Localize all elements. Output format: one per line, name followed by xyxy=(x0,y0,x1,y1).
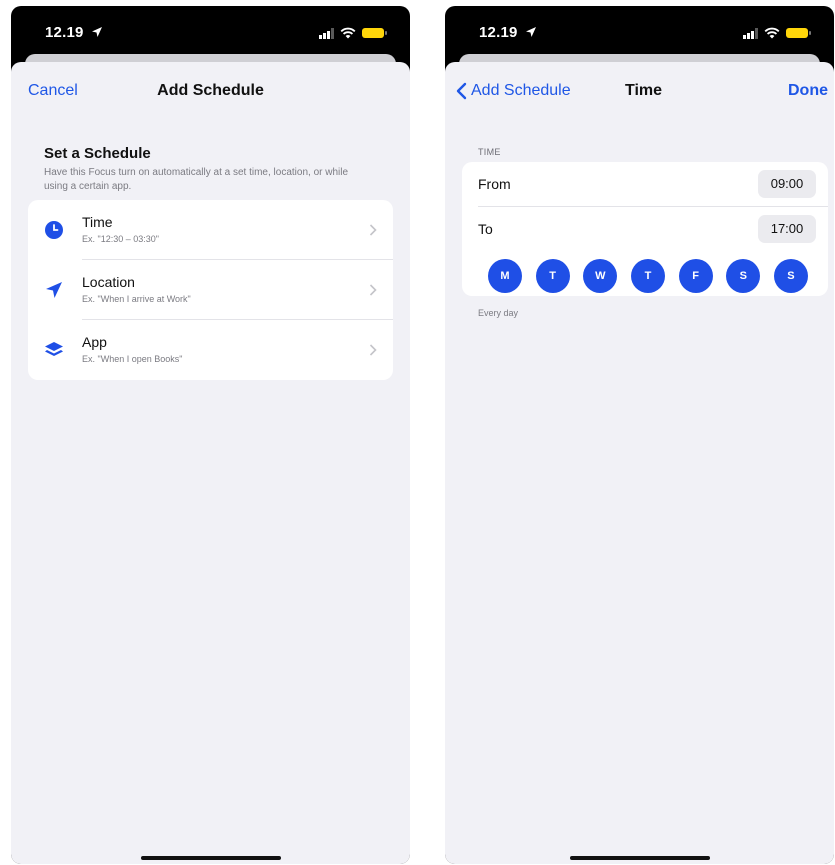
cellular-signal-icon xyxy=(743,27,758,39)
clock-icon xyxy=(45,221,63,239)
day-toggle-tuesday[interactable]: T xyxy=(535,259,570,293)
wifi-icon xyxy=(340,27,356,39)
day-toggle-saturday[interactable]: S xyxy=(726,259,761,293)
back-button[interactable]: Add Schedule xyxy=(455,82,571,100)
battery-icon xyxy=(786,28,811,38)
location-services-icon xyxy=(91,27,102,37)
location-services-icon xyxy=(525,27,536,37)
day-toggle-monday[interactable]: M xyxy=(488,259,522,293)
section-title: Set a Schedule xyxy=(44,145,151,162)
chevron-left-icon xyxy=(456,82,467,100)
day-toggle-wednesday[interactable]: W xyxy=(583,259,618,293)
option-title: Time xyxy=(82,214,113,230)
day-toggle-friday[interactable]: F xyxy=(678,259,713,293)
option-title: App xyxy=(82,334,107,350)
chevron-right-icon xyxy=(369,224,377,236)
nav-bar: Cancel Add Schedule xyxy=(11,62,410,124)
option-subtitle: Ex. "When I open Books" xyxy=(82,354,183,364)
option-time[interactable]: Time Ex. "12:30 – 03:30" xyxy=(28,200,393,260)
wifi-icon xyxy=(764,27,780,39)
time-settings-card: From 09:00 To 17:00 M T W T F S S xyxy=(462,162,828,296)
status-time-label: 12.19 xyxy=(45,24,84,41)
day-toggle-sunday[interactable]: S xyxy=(773,259,808,293)
chevron-right-icon xyxy=(369,284,377,296)
option-location[interactable]: Location Ex. "When I arrive at Work" xyxy=(28,260,393,320)
nav-bar: Add Schedule Time Done xyxy=(445,62,834,124)
phone-left: 12.19 Cancel Add Schedule Set a Schedule… xyxy=(11,6,410,864)
status-time: 12.19 xyxy=(45,24,103,41)
back-button-label: Add Schedule xyxy=(471,82,571,99)
option-title: Location xyxy=(82,274,135,290)
option-subtitle: Ex. "12:30 – 03:30" xyxy=(82,234,159,244)
home-indicator[interactable] xyxy=(140,856,281,860)
time-group-header: TIME xyxy=(478,147,501,157)
battery-icon xyxy=(362,28,387,38)
schedule-options-list: Time Ex. "12:30 – 03:30" Location Ex. "W… xyxy=(28,200,393,380)
from-row: From 09:00 xyxy=(462,162,828,207)
status-icons xyxy=(743,26,811,40)
home-indicator[interactable] xyxy=(569,856,710,860)
status-icons xyxy=(319,26,387,40)
from-label: From xyxy=(478,176,511,192)
phone-right: 12.19 Add Schedule Time Done TIME From 0… xyxy=(445,6,834,864)
days-summary: Every day xyxy=(478,308,519,318)
location-arrow-icon xyxy=(46,282,62,298)
app-stack-icon xyxy=(45,342,63,356)
done-button[interactable]: Done xyxy=(788,82,828,100)
time-sheet: Add Schedule Time Done TIME From 09:00 T… xyxy=(445,62,834,864)
chevron-right-icon xyxy=(369,344,377,356)
page-title: Add Schedule xyxy=(157,82,264,99)
cellular-signal-icon xyxy=(319,27,334,39)
status-time-label: 12.19 xyxy=(479,24,518,41)
option-subtitle: Ex. "When I arrive at Work" xyxy=(82,294,191,304)
to-row: To 17:00 xyxy=(462,207,828,252)
section-description: Have this Focus turn on automatically at… xyxy=(44,167,349,192)
page-title: Time xyxy=(625,82,663,99)
add-schedule-sheet: Cancel Add Schedule Set a Schedule Have … xyxy=(11,62,410,864)
from-time-picker[interactable]: 09:00 xyxy=(758,170,816,198)
to-label: To xyxy=(478,221,493,237)
day-selector: M T W T F S S xyxy=(480,258,816,294)
to-time-picker[interactable]: 17:00 xyxy=(758,215,816,243)
option-app[interactable]: App Ex. "When I open Books" xyxy=(28,320,393,380)
day-toggle-thursday[interactable]: T xyxy=(630,259,665,293)
status-time: 12.19 xyxy=(479,24,537,41)
